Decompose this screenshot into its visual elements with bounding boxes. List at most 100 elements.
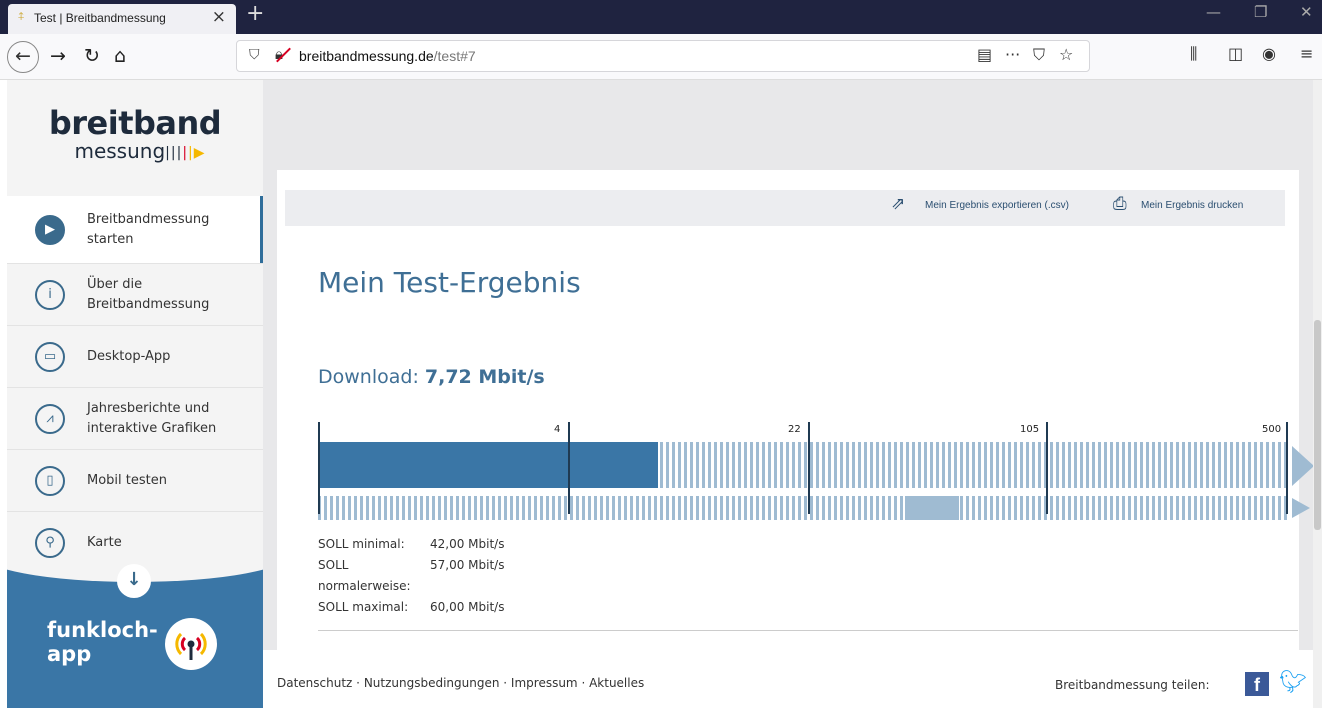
browser-navbar: ← → ↻ ⌂ ⛉ 🔒︎ breitbandmessung.de/test#7 … — [0, 34, 1322, 80]
account-icon[interactable]: ◉ — [1262, 44, 1276, 63]
footer-link-impressum[interactable]: Impressum — [511, 676, 578, 690]
download-value: 7,72 Mbit/s — [424, 366, 545, 388]
footer-link-datenschutz[interactable]: Datenschutz — [277, 676, 352, 690]
close-tab-icon[interactable]: × — [212, 7, 226, 27]
sidebar-item-ueber[interactable]: i Über die Breitbandmessung — [7, 264, 263, 326]
logo-top: breitband — [48, 104, 222, 142]
funkloch-app-banner[interactable]: ↓ funkloch- app — [7, 558, 263, 708]
soll-bar — [318, 496, 1288, 520]
scale-tick-line — [1046, 422, 1048, 514]
back-icon[interactable]: ← — [7, 41, 39, 73]
soll-key: SOLL minimal: — [318, 537, 405, 551]
home-icon[interactable]: ⌂ — [114, 44, 126, 68]
arrow-down-icon[interactable]: ↓ — [117, 564, 151, 598]
scale-tick-line — [568, 422, 570, 514]
site-logo[interactable]: breitband messung|||||▶ — [7, 106, 263, 164]
main-content: ⇗ Mein Ergebnis exportieren (.csv) ⎙ Mei… — [263, 80, 1314, 708]
soll-range — [905, 496, 959, 520]
new-tab-button[interactable]: + — [246, 1, 264, 26]
share-label: Breitbandmessung teilen: — [1055, 678, 1210, 692]
sidebar-item-label: Mobil testen — [87, 472, 167, 488]
sidebar-menu: ▶ Breitbandmessung starten i Über die Br… — [7, 196, 263, 574]
info-icon: i — [35, 279, 65, 310]
sidebar-item-label: Desktop-App — [87, 348, 171, 364]
scale-tick-label: 22 — [788, 424, 801, 435]
result-card: ⇗ Mein Ergebnis exportieren (.csv) ⎙ Mei… — [277, 170, 1314, 650]
footer-link-nutzungsbedingungen[interactable]: Nutzungsbedingungen — [364, 676, 500, 690]
shield-icon[interactable]: ⛉ — [249, 47, 260, 63]
chart-icon: ⩘ — [35, 403, 65, 434]
minimize-icon[interactable]: — — [1206, 3, 1221, 21]
download-label: Download: — [318, 366, 425, 388]
sidebar-item-label: Breitbandmessung starten — [87, 211, 210, 247]
soll-key: SOLL maximal: — [318, 600, 409, 614]
play-icon: ▶ — [35, 214, 65, 245]
footer-separator: · — [577, 676, 590, 690]
sidebar-item-label: Karte — [87, 535, 122, 550]
soll-values: SOLL minimal: 42,00 Mbit/s SOLL normalerw… — [318, 534, 504, 618]
scrollbar-thumb[interactable] — [1314, 320, 1321, 530]
close-window-icon[interactable]: ✕ — [1300, 3, 1313, 21]
sidebar-item-label: Über die Breitbandmessung — [87, 276, 210, 312]
export-csv-button[interactable]: Mein Ergebnis exportieren (.csv) — [925, 200, 1069, 211]
browser-tab[interactable]: ⍏ Test | Breitbandmessung × — [8, 4, 236, 34]
result-toolbar: ⇗ Mein Ergebnis exportieren (.csv) ⎙ Mei… — [285, 190, 1285, 226]
browser-titlebar: ⍏ Test | Breitbandmessung × + — ❐ ✕ — [0, 0, 1322, 34]
speed-scale: 4 22 105 500 — [318, 416, 1314, 528]
print-button[interactable]: Mein Ergebnis drucken — [1141, 200, 1243, 211]
download-result: Download: 7,72 Mbit/s — [318, 366, 545, 388]
reload-icon[interactable]: ↻ — [84, 44, 100, 68]
soll-row: SOLL maximal: 60,00 Mbit/s — [318, 597, 504, 618]
scale-tick-label: 4 — [554, 424, 561, 435]
insecure-lock-icon[interactable]: 🔒︎ — [275, 45, 283, 63]
footer-separator: · — [499, 676, 511, 690]
logo-bottom: messung|||||▶ — [74, 139, 206, 163]
sidebar-item-mobil[interactable]: ▯ Mobil testen — [7, 450, 263, 512]
sidebar-item-desktop-app[interactable]: ▭ Desktop-App — [7, 326, 263, 388]
more-icon[interactable]: ··· — [1005, 45, 1020, 64]
tab-title: Test | Breitbandmessung — [34, 11, 166, 25]
soll-row: SOLL minimal: 42,00 Mbit/s — [318, 534, 504, 555]
scale-stripes — [318, 496, 1288, 520]
url-text[interactable]: breitbandmessung.de/test#7 — [299, 48, 476, 64]
soll-row: SOLL normalerweise: 57,00 Mbit/s — [318, 555, 504, 597]
download-fill — [318, 442, 658, 488]
twitter-icon[interactable]: 🐦︎ — [1279, 670, 1307, 695]
sidebar-item-jahresberichte[interactable]: ⩘ Jahresberichte und interaktive Grafike… — [7, 388, 263, 450]
scale-arrow-icon — [1292, 498, 1310, 518]
soll-key: SOLL normalerweise: — [318, 558, 411, 593]
footer-links: Datenschutz · Nutzungsbedingungen · Impr… — [277, 676, 644, 690]
export-icon[interactable]: ⇗ — [891, 194, 905, 214]
page-title: Mein Test-Ergebnis — [318, 266, 581, 299]
sidebar-icon[interactable]: ◫ — [1228, 44, 1243, 63]
footer-separator: · — [352, 676, 364, 690]
reader-icon[interactable]: ▤ — [977, 45, 992, 64]
scale-tick-line — [808, 422, 810, 514]
funkloch-title: funkloch- app — [47, 618, 158, 666]
monitor-icon: ▭ — [35, 341, 65, 372]
scale-tick-line — [1286, 422, 1288, 514]
url-bar[interactable]: ⛉ 🔒︎ breitbandmessung.de/test#7 ▤ ··· ⛉ … — [236, 40, 1090, 72]
library-icon[interactable]: ⫼ — [1190, 44, 1197, 64]
pocket-icon[interactable]: ⛉ — [1033, 45, 1045, 65]
footer-link-aktuelles[interactable]: Aktuelles — [589, 676, 644, 690]
scale-tick-label: 500 — [1262, 424, 1282, 435]
restore-icon[interactable]: ❐ — [1254, 3, 1267, 21]
star-icon[interactable]: ☆ — [1059, 45, 1073, 64]
sidebar-item-starten[interactable]: ▶ Breitbandmessung starten — [7, 196, 263, 264]
forward-icon[interactable]: → — [50, 44, 66, 68]
soll-value: 57,00 Mbit/s — [430, 558, 505, 572]
scale-tick-label: 105 — [1020, 424, 1040, 435]
print-icon[interactable]: ⎙ — [1113, 194, 1127, 214]
scrollbar[interactable] — [1313, 80, 1322, 708]
footer: Datenschutz · Nutzungsbedingungen · Impr… — [263, 650, 1313, 708]
download-bar — [318, 442, 1288, 488]
mobile-icon: ▯ — [35, 465, 65, 496]
sidebar-item-label: Jahresberichte und interaktive Grafiken — [87, 400, 217, 436]
facebook-icon[interactable]: f — [1245, 672, 1269, 696]
favicon-icon: ⍏ — [18, 10, 25, 23]
divider — [318, 630, 1298, 631]
soll-value: 42,00 Mbit/s — [430, 537, 505, 551]
hamburger-icon[interactable]: ≡ — [1300, 44, 1313, 63]
sidebar: breitband messung|||||▶ ▶ Breitbandmessu… — [7, 80, 263, 708]
